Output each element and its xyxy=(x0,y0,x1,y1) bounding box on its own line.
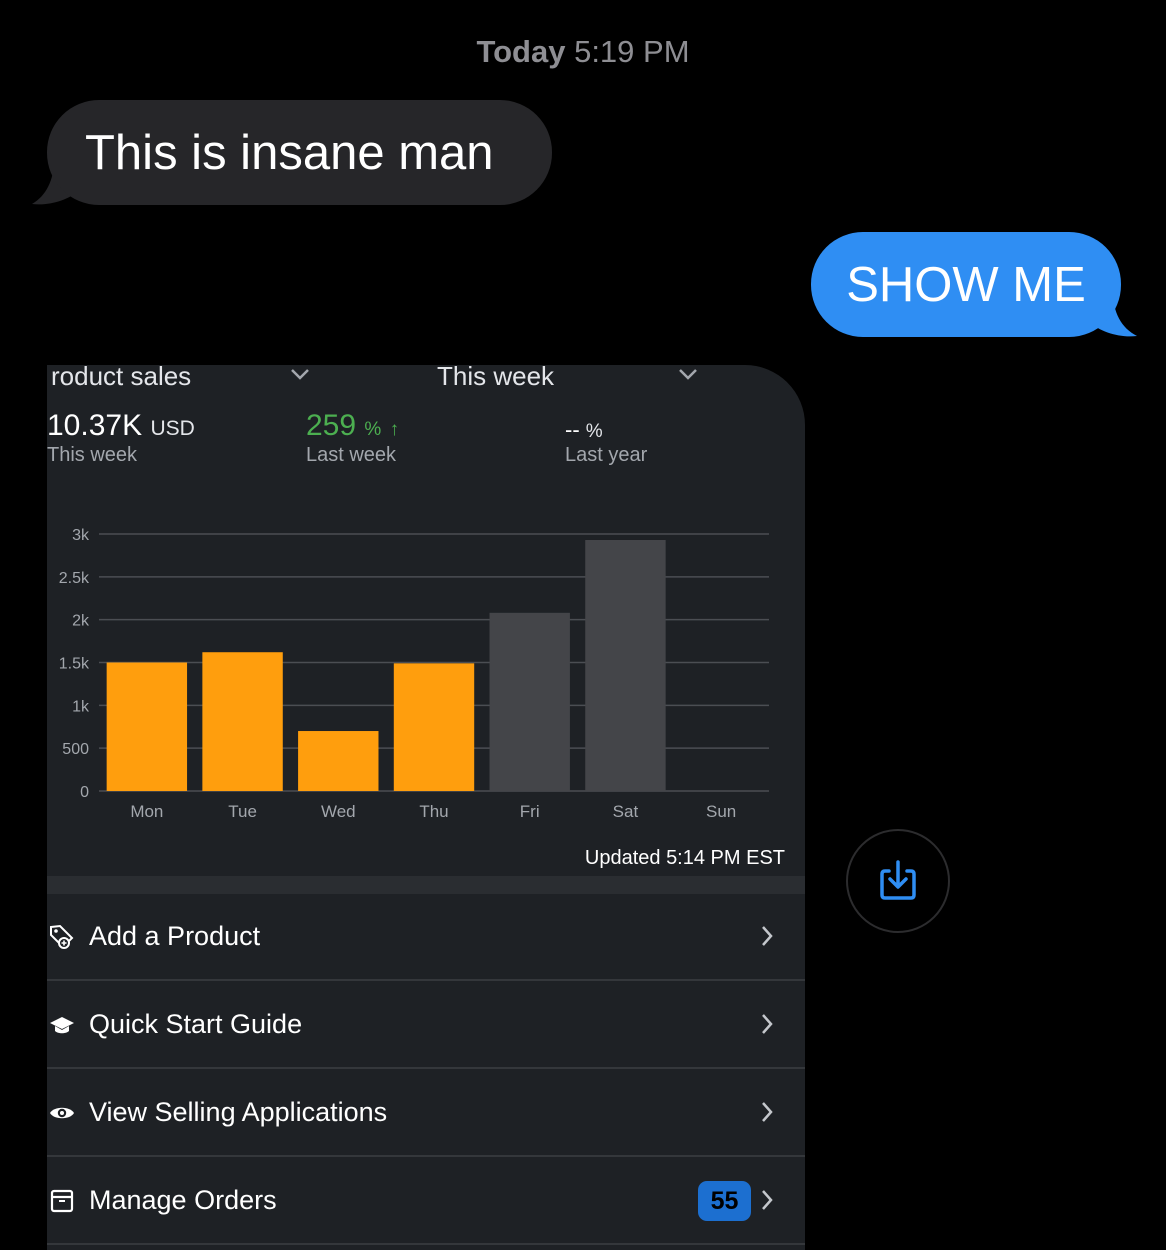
timestamp: Today 5:19 PM xyxy=(0,34,1166,70)
x-tick-label: Wed xyxy=(321,802,356,821)
chevron-right-icon xyxy=(762,926,773,946)
bar-thu xyxy=(393,663,475,791)
x-tick-label: Mon xyxy=(130,802,163,821)
tag-icon xyxy=(50,924,74,949)
stat-this-week: 10.37K USD xyxy=(47,409,195,443)
bar-wed xyxy=(298,731,379,791)
stat-value: -- xyxy=(565,417,580,442)
y-tick-label: 2.5k xyxy=(59,570,90,587)
graduation-cap-icon xyxy=(50,1017,74,1034)
download-icon xyxy=(880,860,916,900)
save-image-button[interactable] xyxy=(846,829,950,933)
section-divider xyxy=(47,876,805,894)
stat-last-year: -- % xyxy=(565,417,603,443)
menu-item-add-product[interactable]: Add a Product xyxy=(47,894,805,981)
x-tick-label: Tue xyxy=(228,802,257,821)
bar-mon xyxy=(106,662,188,791)
timestamp-time: 5:19 PM xyxy=(574,34,690,69)
outgoing-message-bubble[interactable]: SHOW ME xyxy=(811,232,1121,337)
bar-fri xyxy=(489,612,570,791)
menu-item-manage-orders[interactable]: Manage Orders 55 xyxy=(47,1158,805,1245)
x-tick-label: Sun xyxy=(706,802,736,821)
outgoing-message-text: SHOW ME xyxy=(846,257,1086,312)
chevron-right-icon xyxy=(762,1102,773,1122)
incoming-message-text: This is insane man xyxy=(85,125,494,180)
stat-value: 10.37K xyxy=(47,409,143,442)
incoming-message-bubble[interactable]: This is insane man xyxy=(47,100,552,205)
bar-tue xyxy=(202,652,283,791)
period-selector[interactable]: This week xyxy=(437,365,554,392)
timestamp-day: Today xyxy=(476,34,566,69)
eye-icon xyxy=(50,1107,74,1119)
updated-timestamp: Updated 5:14 PM EST xyxy=(584,847,785,869)
orders-count-badge: 55 xyxy=(698,1181,751,1221)
x-tick-label: Thu xyxy=(419,802,448,821)
menu-item-label: Quick Start Guide xyxy=(89,1009,303,1039)
menu-item-quick-start[interactable]: Quick Start Guide xyxy=(47,982,805,1069)
stat-unit: % xyxy=(364,419,382,440)
x-tick-label: Fri xyxy=(520,802,540,821)
chevron-right-icon xyxy=(762,1014,773,1034)
screenshot-attachment[interactable]: roduct sales This week 10.37K USD This w… xyxy=(47,365,805,1250)
chevron-right-icon xyxy=(762,1190,773,1210)
metric-selector[interactable]: roduct sales xyxy=(51,365,191,392)
arrow-up-icon: ↑ xyxy=(389,419,400,440)
sales-bar-chart: 0 500 1k 1.5k 2k 2.5k 3k Mon Tue Wed Thu Fri Sat Sun xyxy=(59,527,769,821)
stat-unit: USD xyxy=(150,417,195,440)
stat-label: Last week xyxy=(306,444,397,466)
chevron-down-icon xyxy=(291,369,309,380)
y-tick-label: 1k xyxy=(72,698,90,715)
box-icon xyxy=(50,1189,74,1213)
bar-sat xyxy=(585,539,666,791)
chevron-down-icon xyxy=(679,369,697,380)
stat-unit: % xyxy=(585,421,603,442)
stat-value: 259 xyxy=(306,409,357,442)
y-tick-label: 0 xyxy=(80,784,89,801)
menu-item-label: View Selling Applications xyxy=(89,1097,388,1127)
x-tick-label: Sat xyxy=(613,802,639,821)
stat-label: This week xyxy=(47,444,138,466)
y-tick-label: 2k xyxy=(72,613,90,630)
y-tick-label: 1.5k xyxy=(59,656,90,673)
stat-label: Last year xyxy=(565,444,648,466)
menu-item-selling-applications[interactable]: View Selling Applications xyxy=(47,1070,805,1157)
menu-item-label: Manage Orders xyxy=(89,1185,277,1215)
stat-last-week: 259 % ↑ xyxy=(306,409,399,443)
menu-item-label: Add a Product xyxy=(89,921,261,951)
y-tick-label: 500 xyxy=(62,741,89,758)
y-tick-label: 3k xyxy=(72,527,90,544)
